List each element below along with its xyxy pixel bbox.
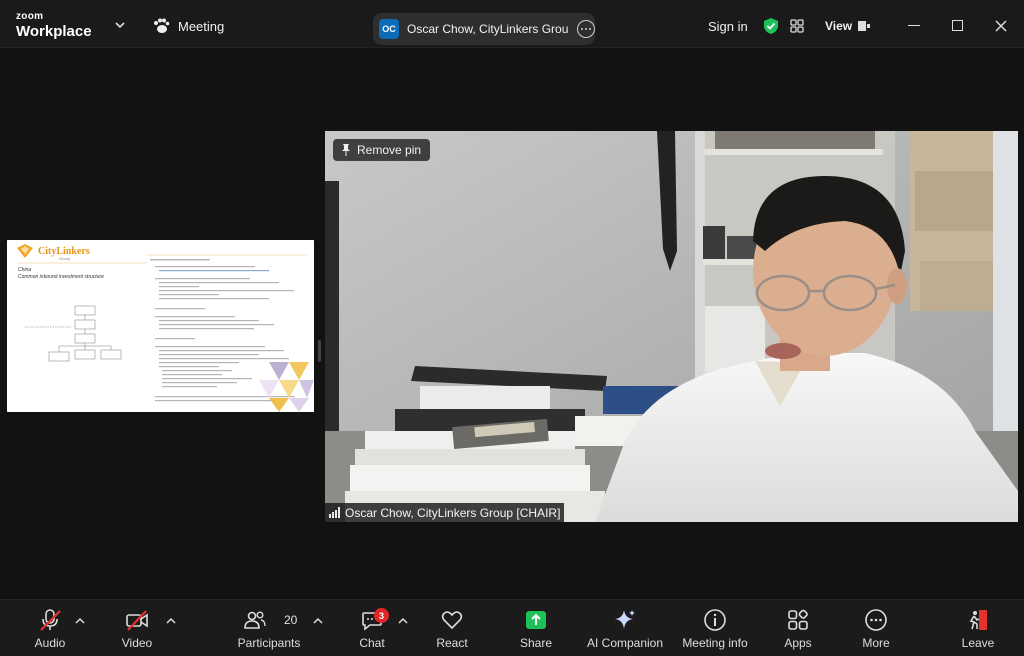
react-label: React <box>436 636 468 650</box>
react-button[interactable]: React <box>434 600 470 656</box>
brand-small: zoom <box>16 11 44 22</box>
view-button[interactable]: View <box>825 19 871 33</box>
shield-check-icon[interactable] <box>762 17 780 35</box>
shared-slide-thumbnail[interactable]: CityLinkers Group China Common inbound i… <box>7 240 314 412</box>
video-label: Video <box>121 636 153 650</box>
slide-content: CityLinkers Group China Common inbound i… <box>7 240 314 412</box>
microphone-muted-icon <box>40 609 61 631</box>
camera-off-icon <box>126 610 148 631</box>
pin-icon <box>342 144 350 156</box>
close-icon[interactable] <box>994 19 1008 33</box>
leave-door-icon <box>969 610 987 630</box>
slide-heading-1: China <box>18 267 31 273</box>
zoom-logo: zoom Workplace <box>16 11 92 40</box>
more-icon <box>865 609 887 631</box>
meeting-tab[interactable]: Meeting <box>152 16 224 36</box>
more-label: More <box>862 636 890 650</box>
speaker-video-frame <box>325 131 1018 522</box>
apps-label: Apps <box>784 636 812 650</box>
grid-icon[interactable] <box>790 19 804 33</box>
meeting-toolbar: Audio Video Participants 20 3 Chat React… <box>0 599 1024 656</box>
more-button[interactable]: More <box>858 600 894 656</box>
participants-label: Participants <box>237 636 301 650</box>
info-icon <box>704 609 726 631</box>
remove-pin-label: Remove pin <box>357 143 422 157</box>
slide-logo-sub: Group <box>59 256 71 261</box>
share-arrow-icon <box>526 611 546 629</box>
chat-label: Chat <box>359 636 385 650</box>
minimize-icon[interactable] <box>908 25 920 26</box>
leave-button[interactable]: Leave <box>960 600 996 656</box>
host-name: Oscar Chow, CityLinkers Group [ <box>407 22 569 36</box>
speaker-video[interactable] <box>325 131 1018 522</box>
meeting-info-button[interactable]: Meeting info <box>682 600 748 656</box>
split-handle[interactable] <box>318 340 321 362</box>
participants-button[interactable]: Participants <box>238 600 300 656</box>
chat-unread-badge: 3 <box>374 608 389 623</box>
apps-icon <box>788 609 808 630</box>
signal-bars-icon <box>329 507 340 518</box>
title-bar: zoom Workplace Meeting OC Oscar Chow, Ci… <box>0 0 1024 48</box>
sparkle-icon <box>615 610 635 629</box>
video-button[interactable]: Video <box>118 600 156 656</box>
view-label: View <box>825 19 853 33</box>
audio-options-chevron-icon[interactable] <box>75 617 85 625</box>
leave-label: Leave <box>961 636 995 650</box>
share-label: Share <box>519 636 553 650</box>
people-icon <box>244 611 266 629</box>
audio-button[interactable]: Audio <box>32 600 68 656</box>
meeting-info-label: Meeting info <box>682 636 748 650</box>
audio-label: Audio <box>34 636 66 650</box>
video-options-chevron-icon[interactable] <box>166 617 176 625</box>
paw-icon <box>154 18 170 33</box>
ai-companion-label: AI Companion <box>586 636 664 650</box>
remove-pin-button[interactable]: Remove pin <box>333 139 431 161</box>
chat-options-chevron-icon[interactable] <box>398 617 408 625</box>
participants-options-chevron-icon[interactable] <box>313 617 323 625</box>
heart-icon <box>441 611 463 630</box>
apps-button[interactable]: Apps <box>781 600 815 656</box>
chat-button[interactable]: 3 Chat <box>356 600 389 656</box>
view-icon <box>858 21 871 31</box>
more-options-icon[interactable] <box>577 20 595 38</box>
avatar: OC <box>379 19 399 39</box>
speaker-name-tag: Oscar Chow, CityLinkers Group [CHAIR] <box>325 503 565 522</box>
participants-count: 20 <box>284 613 298 627</box>
speaker-name: Oscar Chow, CityLinkers Group [CHAIR] <box>345 505 561 520</box>
meeting-tab-label: Meeting <box>178 18 225 34</box>
chevron-down-icon[interactable] <box>114 20 126 30</box>
sign-in-link[interactable]: Sign in <box>708 19 748 34</box>
ai-companion-button[interactable]: AI Companion <box>587 600 663 656</box>
share-button[interactable]: Share <box>518 600 554 656</box>
brand-big: Workplace <box>16 23 92 40</box>
slide-heading-2: Common inbound investment structure <box>18 274 104 280</box>
host-pill[interactable]: OC Oscar Chow, CityLinkers Group [ <box>373 13 595 45</box>
maximize-icon[interactable] <box>952 20 963 31</box>
